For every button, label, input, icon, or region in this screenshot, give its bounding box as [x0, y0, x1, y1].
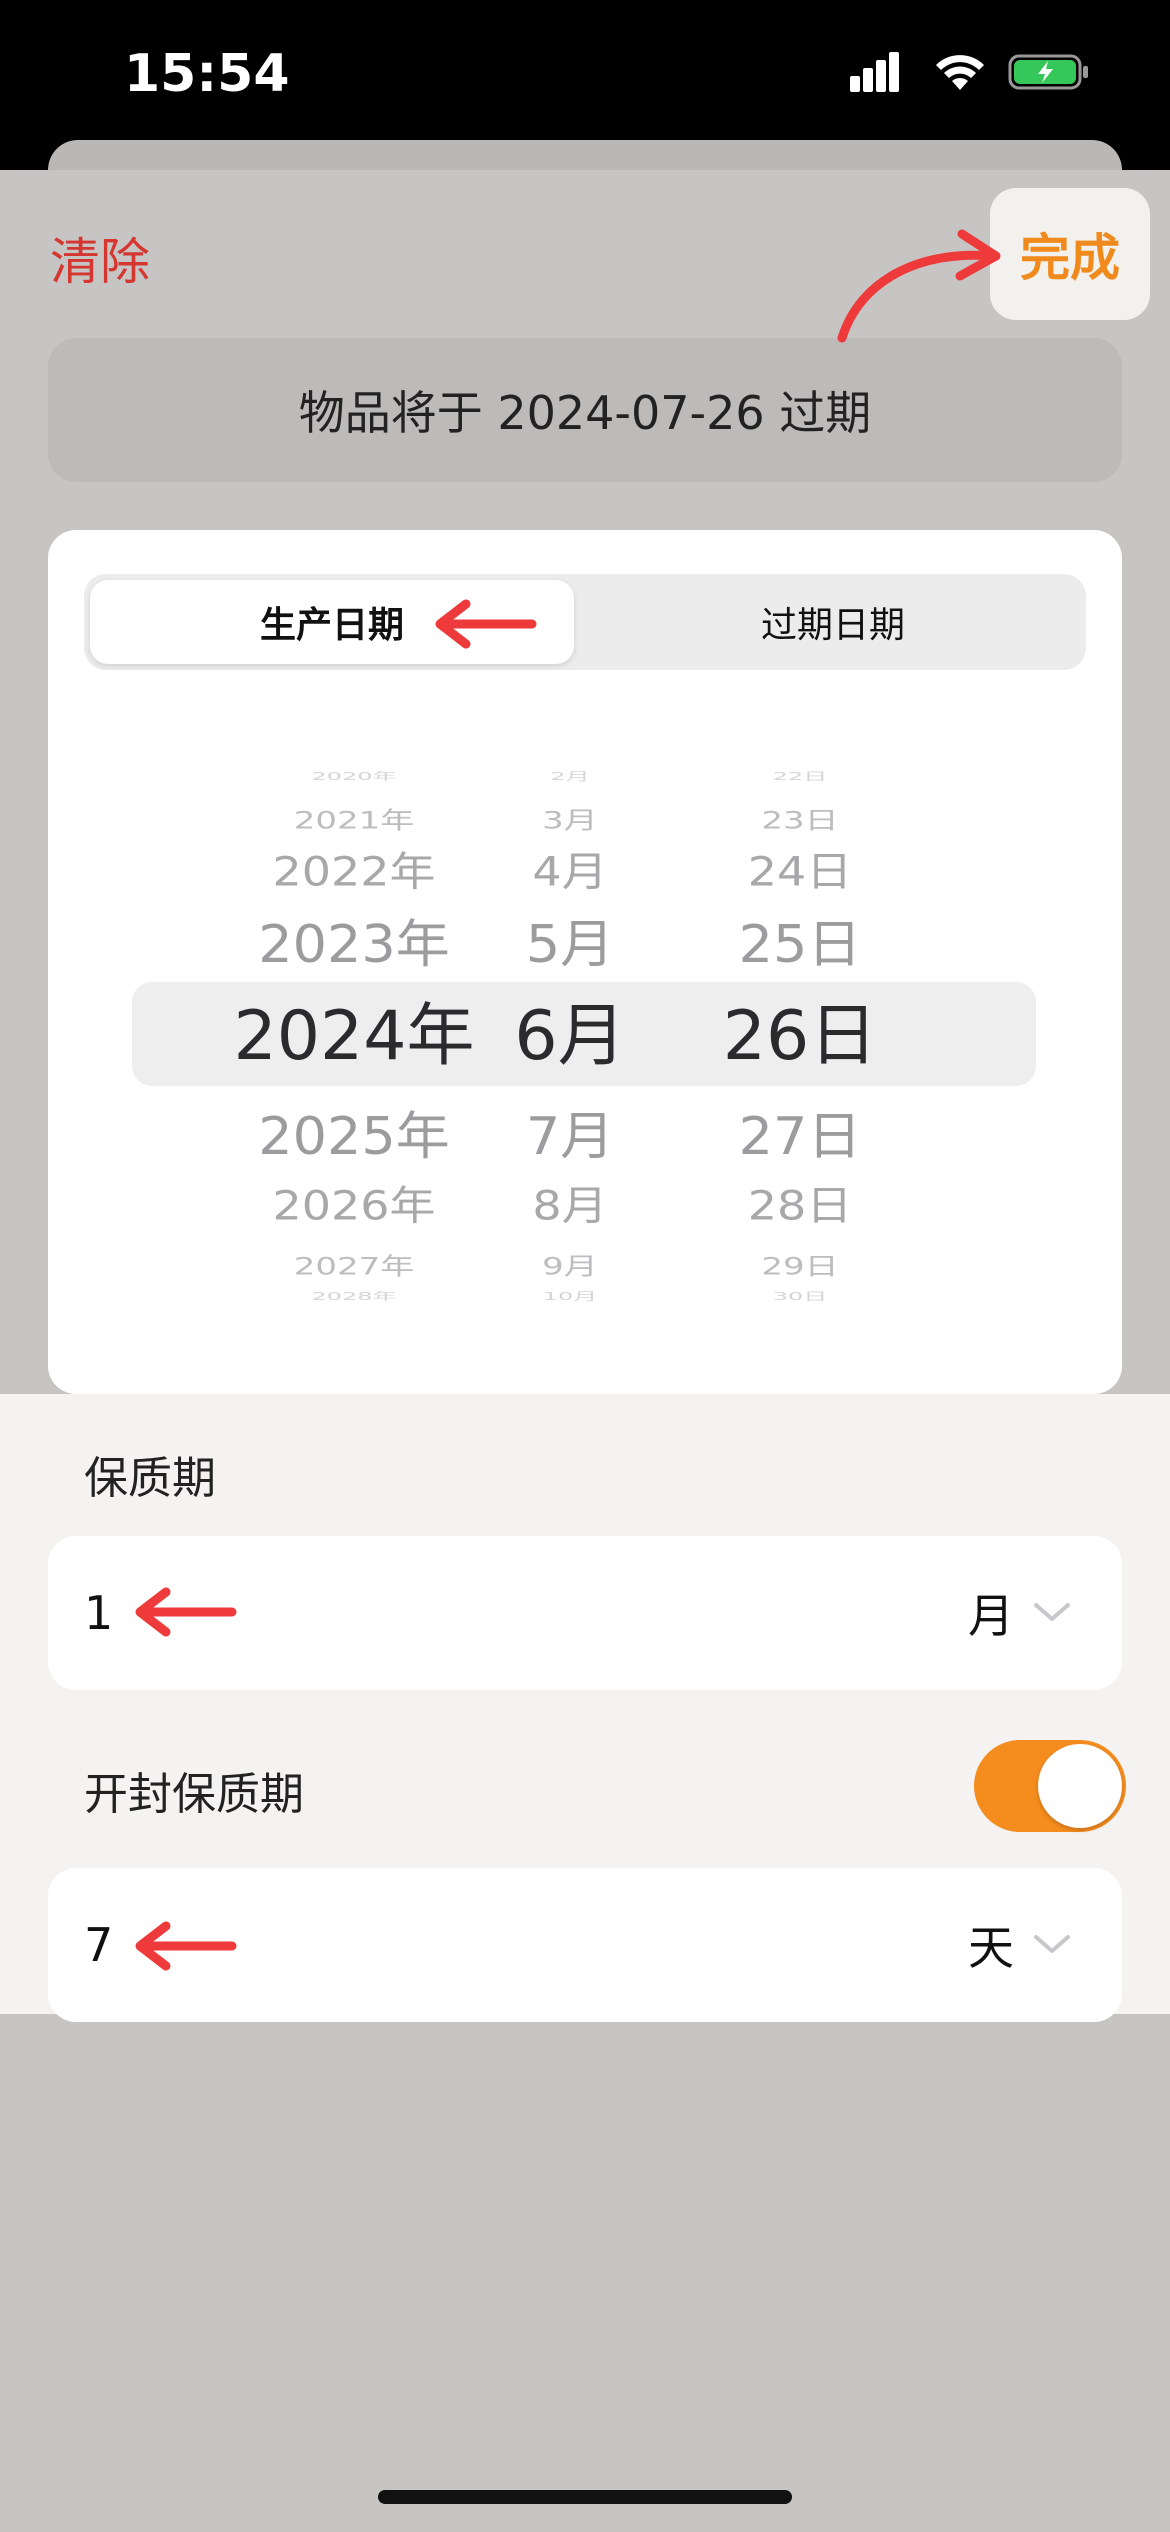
month-wheel-item[interactable]: 2月	[550, 768, 589, 784]
status-time: 15:54	[124, 44, 290, 104]
year-wheel-item[interactable]: 2022年	[272, 840, 435, 898]
day-wheel-item[interactable]: 28日	[748, 1174, 853, 1232]
year-wheel-item[interactable]: 2027年	[294, 1247, 415, 1281]
date-picker-card: 生产日期 过期日期 2020年 2021年 2022年 2023年 2024年 2025年…	[48, 530, 1122, 1394]
date-type-segmented-control: 生产日期 过期日期	[84, 574, 1086, 670]
shelf-life-unit-select[interactable]: 月	[968, 1580, 1072, 1646]
clear-button[interactable]: 清除	[50, 222, 150, 294]
month-wheel-item[interactable]: 3月	[542, 801, 598, 835]
year-wheel-item-selected[interactable]: 2024年	[233, 980, 474, 1079]
signal-icon	[850, 52, 899, 92]
day-wheel-item[interactable]: 24日	[748, 840, 853, 898]
day-wheel-item[interactable]: 27日	[739, 1094, 862, 1170]
tab-expiry-date[interactable]: 过期日期	[586, 580, 1080, 664]
year-wheel-item[interactable]: 2020年	[311, 768, 396, 784]
year-wheel-item[interactable]: 2025年	[258, 1094, 449, 1170]
opened-shelf-life-unit: 天	[968, 1921, 1014, 1975]
opened-shelf-life-label: 开封保质期	[84, 1769, 304, 1820]
day-wheel-item-selected[interactable]: 26日	[723, 980, 878, 1079]
opened-shelf-life-row[interactable]: 7 天	[48, 1868, 1122, 2022]
month-wheel-item[interactable]: 8月	[532, 1174, 607, 1232]
year-wheel-item[interactable]: 2026年	[272, 1174, 435, 1232]
year-wheel-item[interactable]: 2021年	[294, 801, 415, 835]
year-wheel-item[interactable]: 2028年	[311, 1288, 396, 1304]
day-wheel-item[interactable]: 22日	[773, 768, 828, 784]
month-wheel-item[interactable]: 9月	[542, 1247, 598, 1281]
month-wheel-item[interactable]: 5月	[526, 902, 614, 978]
day-wheel-item[interactable]: 25日	[739, 902, 862, 978]
shelf-life-row[interactable]: 1 月	[48, 1536, 1122, 1690]
battery-charging-icon	[1008, 54, 1088, 90]
chevron-down-icon	[1034, 1603, 1070, 1621]
done-button[interactable]: 完成	[990, 188, 1150, 320]
shelf-life-value[interactable]: 1	[84, 1586, 113, 1640]
month-wheel-item[interactable]: 10月	[543, 1288, 598, 1304]
chevron-down-icon	[1034, 1935, 1070, 1953]
month-wheel-item[interactable]: 4月	[532, 840, 607, 898]
opened-shelf-life-unit-select[interactable]: 天	[968, 1912, 1072, 1978]
opened-shelf-life-toggle[interactable]	[974, 1740, 1126, 1832]
year-wheel-item[interactable]: 2023年	[258, 902, 449, 978]
day-wheel-item[interactable]: 30日	[773, 1288, 828, 1304]
status-icons	[850, 52, 1090, 92]
shelf-life-label: 保质期	[84, 1453, 216, 1504]
opened-shelf-life-value[interactable]: 7	[84, 1918, 113, 1972]
month-wheel-item-selected[interactable]: 6月	[514, 980, 625, 1079]
toggle-knob	[1038, 1744, 1122, 1828]
home-indicator	[378, 2490, 792, 2504]
month-wheel-item[interactable]: 7月	[526, 1094, 614, 1170]
wifi-icon	[936, 55, 984, 90]
tab-production-date[interactable]: 生产日期	[90, 580, 574, 664]
day-wheel-item[interactable]: 23日	[761, 801, 838, 835]
day-wheel-item[interactable]: 29日	[761, 1247, 838, 1281]
shelf-life-unit: 月	[968, 1589, 1014, 1643]
expiry-banner: 物品将于 2024-07-26 过期	[48, 338, 1122, 482]
